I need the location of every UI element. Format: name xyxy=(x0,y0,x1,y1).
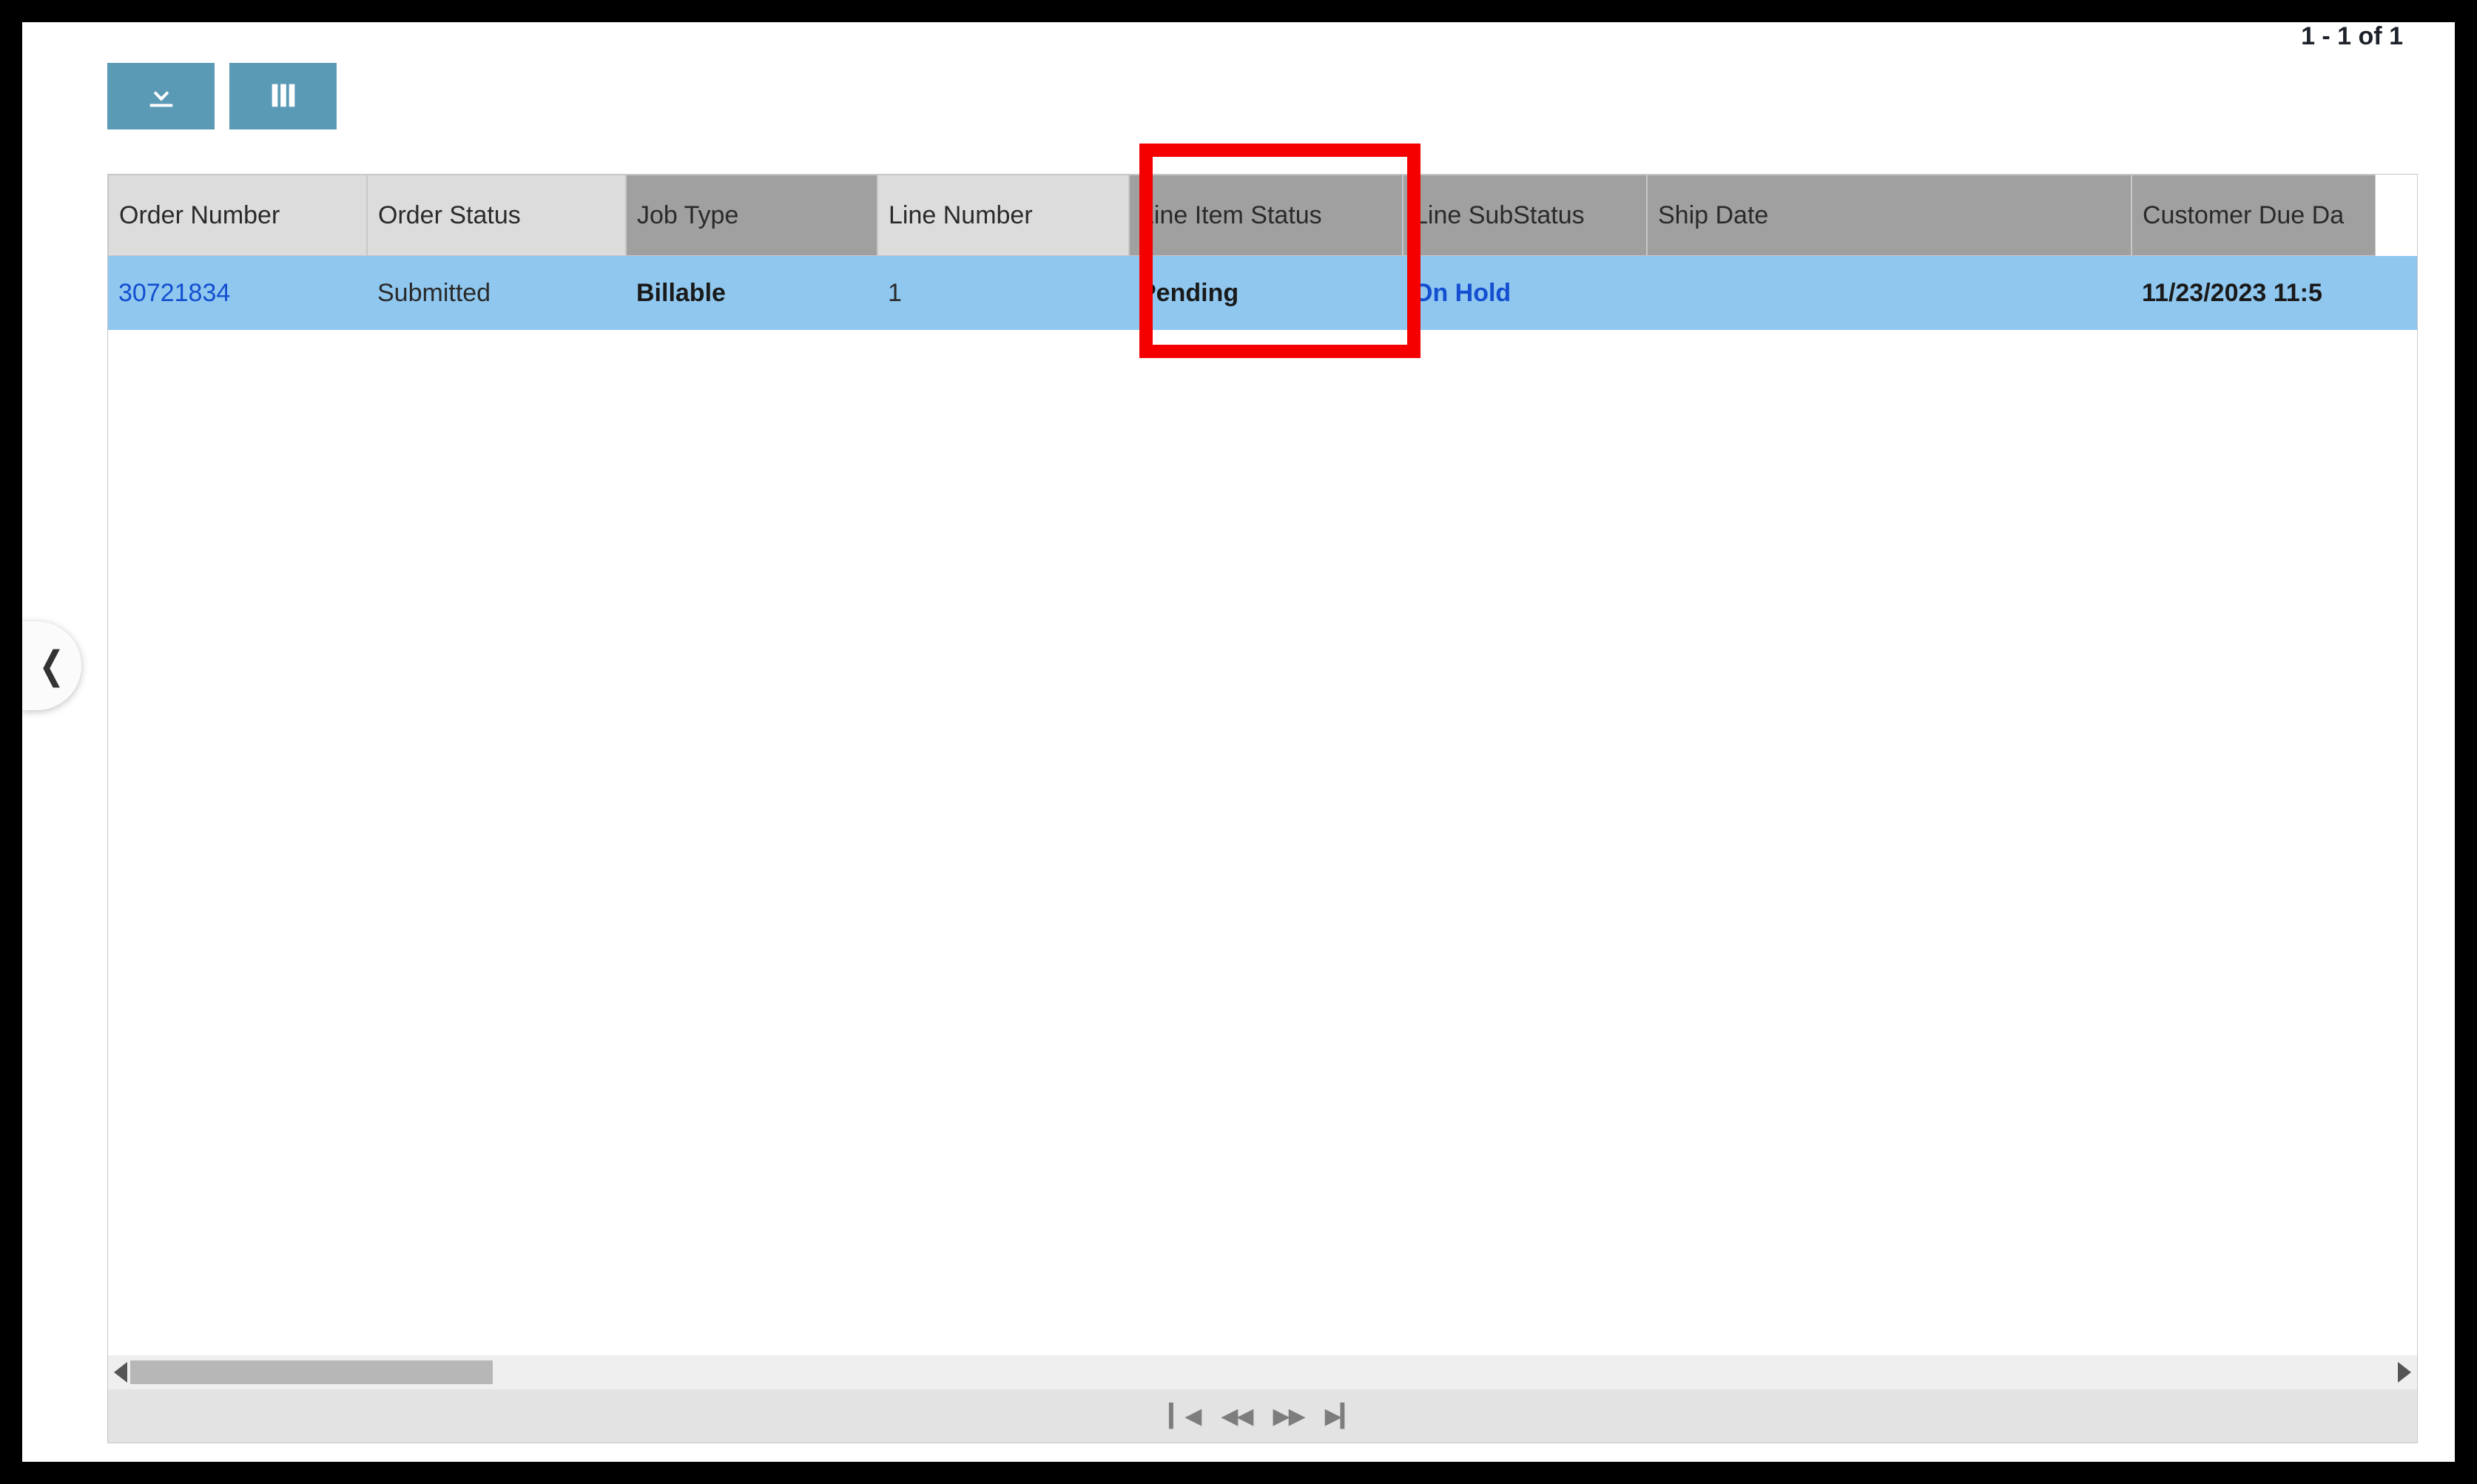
pager-first-button[interactable]: ▎◀ xyxy=(1169,1403,1200,1429)
pagination-summary: 1 - 1 of 1 xyxy=(2301,22,2403,51)
pager-prev-button[interactable]: ◀◀ xyxy=(1221,1403,1252,1429)
pager-next-button[interactable]: ▶▶ xyxy=(1273,1403,1304,1429)
cell-line-item-status: Pending xyxy=(1129,256,1403,330)
column-header-order-number[interactable]: Order Number xyxy=(108,175,367,256)
scrollbar-thumb[interactable] xyxy=(130,1360,493,1384)
column-header-line-item-status[interactable]: Line Item Status xyxy=(1129,175,1403,256)
cell-line-substatus[interactable]: On Hold xyxy=(1403,256,1647,330)
grid-toolbar xyxy=(107,63,337,129)
scroll-left-icon[interactable] xyxy=(114,1362,127,1383)
column-header-line-substatus[interactable]: Line SubStatus xyxy=(1403,175,1647,256)
columns-icon xyxy=(266,78,300,115)
column-header-order-status[interactable]: Order Status xyxy=(367,175,626,256)
pager-last-button[interactable]: ▶▎ xyxy=(1325,1403,1356,1429)
scrollbar-track[interactable] xyxy=(130,1360,2395,1384)
download-button[interactable] xyxy=(107,63,215,129)
download-icon xyxy=(144,78,178,115)
cell-ship-date xyxy=(1647,256,2131,330)
grid-body: 30721834 Submitted Billable 1 Pending On… xyxy=(108,256,2417,1355)
columns-button[interactable] xyxy=(229,63,337,129)
chevron-left-icon: ❮ xyxy=(39,644,65,688)
table-row[interactable]: 30721834 Submitted Billable 1 Pending On… xyxy=(108,256,2417,330)
horizontal-scrollbar[interactable] xyxy=(108,1355,2417,1389)
column-header-ship-date[interactable]: Ship Date xyxy=(1647,175,2131,256)
cell-line-number: 1 xyxy=(877,256,1129,330)
pager: ▎◀ ◀◀ ▶▶ ▶▎ xyxy=(108,1389,2417,1443)
cell-order-number[interactable]: 30721834 xyxy=(108,256,367,330)
data-grid: Order Number Order Status Job Type Line … xyxy=(107,174,2418,1443)
cell-customer-due: 11/23/2023 11:5 xyxy=(2131,256,2376,330)
column-header-customer-due[interactable]: Customer Due Da xyxy=(2131,175,2376,256)
cell-order-status: Submitted xyxy=(367,256,626,330)
column-header-job-type[interactable]: Job Type xyxy=(626,175,877,256)
column-header-line-number[interactable]: Line Number xyxy=(877,175,1129,256)
scroll-right-icon[interactable] xyxy=(2398,1362,2411,1383)
grid-header-row: Order Number Order Status Job Type Line … xyxy=(108,175,2417,256)
cell-job-type: Billable xyxy=(626,256,877,330)
